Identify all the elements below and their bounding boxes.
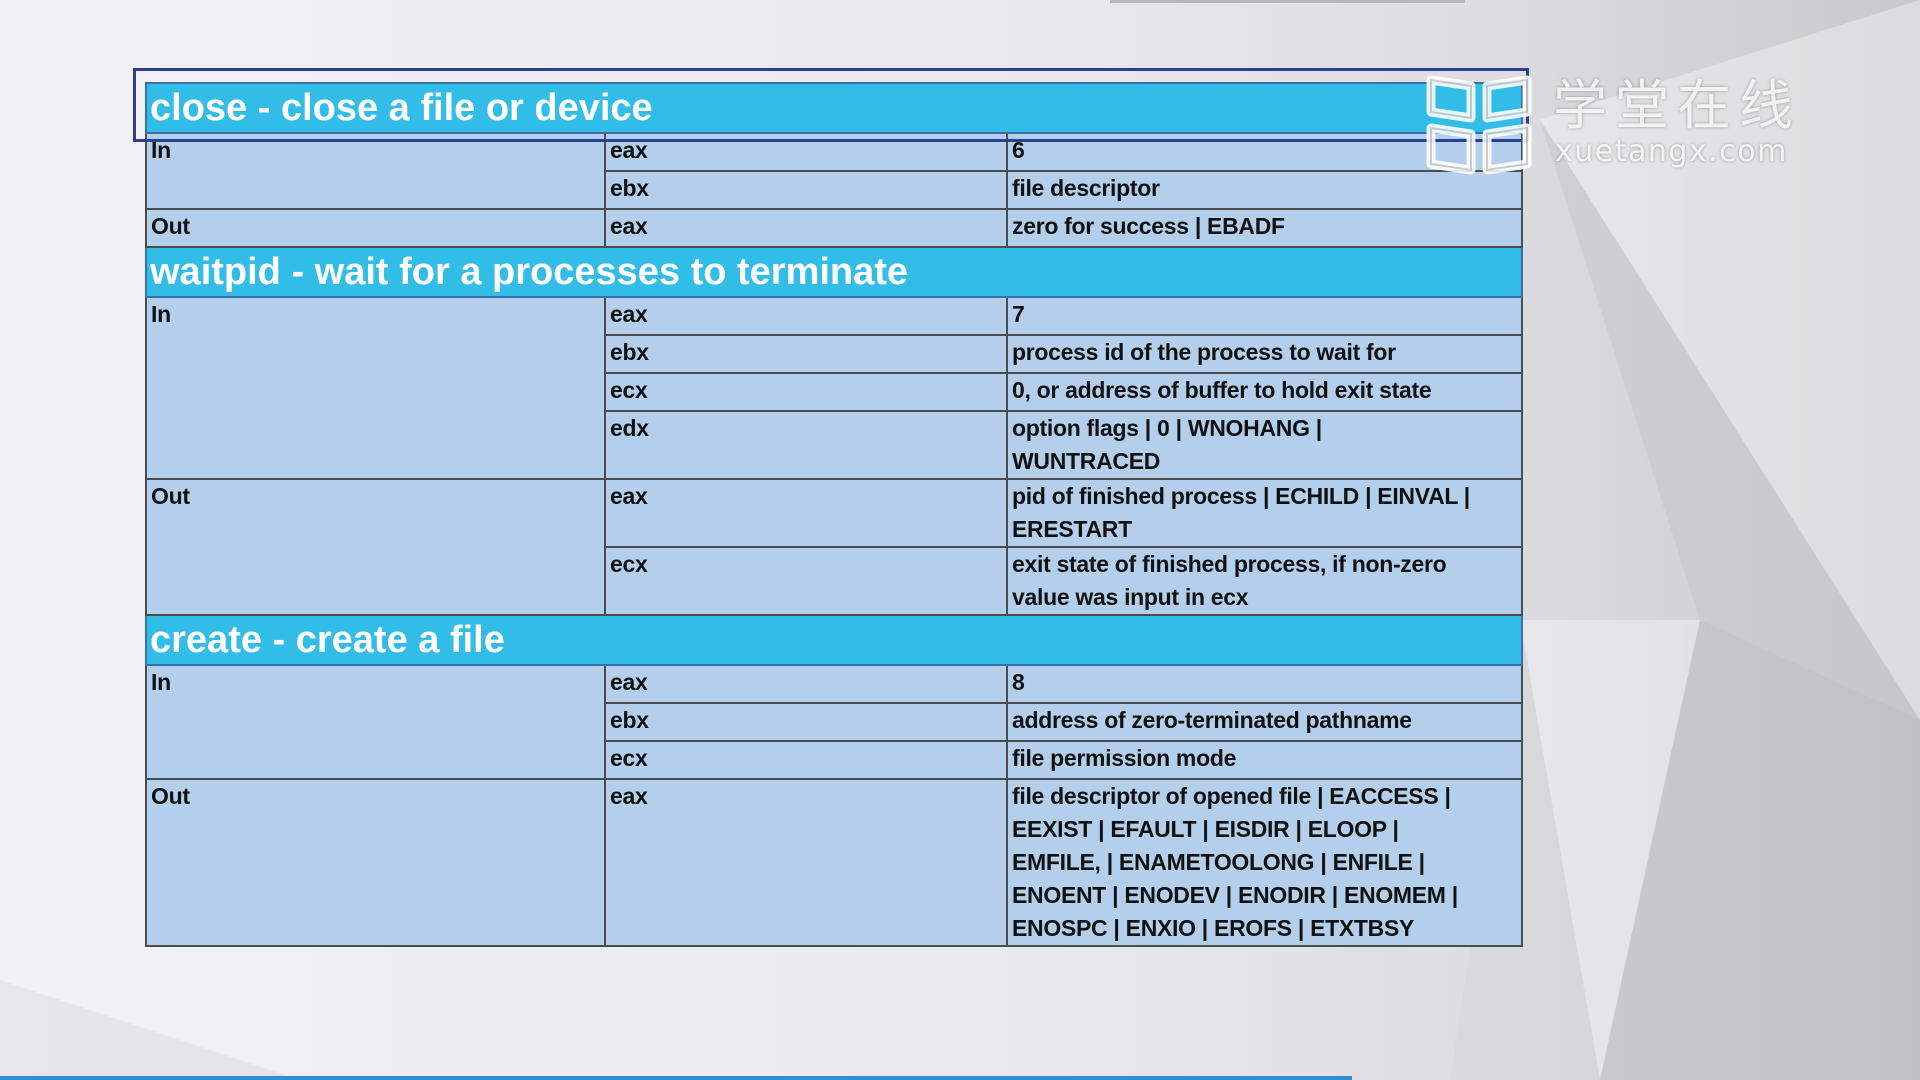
video-progress-bar	[0, 1076, 1352, 1080]
table-row: Out eax pid of finished process | ECHILD |…	[145, 478, 1524, 616]
register-cell: ebx	[604, 702, 1008, 742]
value-cell: file permission mode	[1005, 740, 1524, 780]
watermark-brand-url: xuetangx.com	[1555, 134, 1788, 169]
section-header-row: create - create a file	[144, 614, 1524, 666]
value-line: pid of finished process | ECHILD | EINVA…	[1012, 483, 1470, 509]
value-line: WUNTRACED	[1012, 448, 1161, 474]
value-cell: option flags | 0 | WNOHANG | WUNTRACED	[1005, 410, 1524, 480]
table-row: Out eax file descriptor of opened file | E…	[145, 778, 1524, 947]
value-cell: process id of the process to wait for	[1005, 334, 1524, 374]
table-row: In eax 8	[145, 664, 1524, 780]
section-header-row: waitpid - wait for a processes to termin…	[144, 246, 1524, 298]
section-title: close - close a file or device	[144, 82, 1524, 134]
value-line: 0, or address of buffer to hold exit sta…	[1012, 377, 1432, 403]
value-line: ENOSPC | ENXIO | EROFS | ETXTBSY	[1012, 915, 1415, 941]
value-line: option flags | 0 | WNOHANG |	[1012, 415, 1322, 441]
direction-cell: Out	[145, 478, 606, 616]
value-line: 7	[1012, 301, 1025, 327]
value-line: file permission mode	[1012, 745, 1237, 771]
value-cell: 7	[1005, 296, 1524, 336]
table-row: Out eax zero for success | EBADF	[145, 208, 1524, 248]
syscall-table-body: close - close a file or device In eax 6 ebx f…	[144, 82, 1524, 947]
direction-cell: Out	[145, 208, 606, 248]
value-line: value was input in ecx	[1012, 584, 1249, 610]
register-cell: ebx	[604, 334, 1008, 374]
section-title: create - create a file	[144, 614, 1524, 666]
syscall-table: close - close a file or device In eax 6 ebx f…	[144, 82, 1524, 947]
value-line: EMFILE, | ENAMETOOLONG | ENFILE |	[1012, 849, 1425, 875]
register-cell: eax	[604, 208, 1008, 248]
register-cell: eax	[604, 132, 1008, 172]
direction-cell: In	[145, 296, 606, 480]
value-cell: 8	[1005, 664, 1524, 704]
direction-cell: In	[145, 664, 606, 780]
value-line: file descriptor of opened file | EACCESS…	[1012, 783, 1451, 809]
value-cell: 0, or address of buffer to hold exit sta…	[1005, 372, 1524, 412]
value-line: exit state of finished process, if non-z…	[1012, 551, 1447, 577]
value-line: EEXIST | EFAULT | EISDIR | ELOOP |	[1012, 816, 1399, 842]
value-cell: address of zero-terminated pathname	[1005, 702, 1524, 742]
table-row: In eax 6	[145, 132, 1524, 210]
value-line: address of zero-terminated pathname	[1012, 707, 1412, 733]
section-header-row: close - close a file or device	[144, 82, 1524, 134]
top-edge-strip	[1110, 0, 1465, 3]
watermark-brand-chinese: 学堂在线	[1553, 74, 1801, 137]
register-cell: eax	[604, 778, 1008, 947]
value-line: ENOENT | ENODEV | ENODIR | ENOMEM |	[1012, 882, 1458, 908]
register-cell: eax	[604, 478, 1008, 548]
register-cell: eax	[604, 296, 1008, 336]
section-title: waitpid - wait for a processes to termin…	[144, 246, 1524, 298]
value-cell: zero for success | EBADF	[1005, 208, 1524, 248]
register-cell: edx	[604, 410, 1008, 480]
value-cell: pid of finished process | ECHILD | EINVA…	[1005, 478, 1524, 548]
xuetangx-watermark: 学堂在线 xuetangx.com	[1423, 72, 1815, 180]
register-cell: ecx	[604, 546, 1008, 616]
xuetangx-logo-icon	[1426, 75, 1532, 175]
value-line: zero for success | EBADF	[1012, 213, 1285, 239]
direction-cell: Out	[145, 778, 606, 947]
value-cell: file descriptor of opened file | EACCESS…	[1005, 778, 1524, 947]
table-row: In eax 7	[145, 296, 1524, 480]
register-cell: ebx	[604, 170, 1008, 210]
value-line: ERESTART	[1012, 516, 1132, 542]
register-cell: ecx	[604, 740, 1008, 780]
register-cell: eax	[604, 664, 1008, 704]
value-cell: exit state of finished process, if non-z…	[1005, 546, 1524, 616]
direction-cell: In	[145, 132, 606, 210]
value-line: 8	[1012, 669, 1025, 695]
register-cell: ecx	[604, 372, 1008, 412]
value-line: process id of the process to wait for	[1012, 339, 1396, 365]
